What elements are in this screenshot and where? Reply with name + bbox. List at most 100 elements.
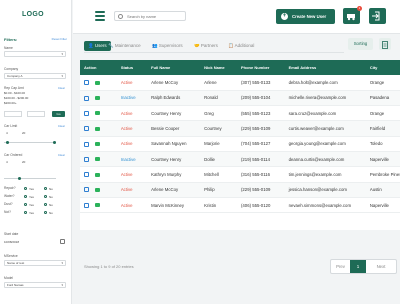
phone-cell: (406) 555-0120 (236, 197, 285, 214)
slider-handle[interactable] (53, 141, 56, 144)
car-ordered-clear[interactable]: Clear (58, 153, 65, 157)
car-limit-slider[interactable] (4, 142, 56, 143)
search-box[interactable] (114, 11, 186, 21)
search-input[interactable] (127, 13, 183, 20)
column-header[interactable]: Phone Number (236, 60, 285, 75)
edit-icon[interactable] (84, 95, 89, 101)
table-row[interactable]: Inactive Ralph Edwards Ronald (209) 555-010… (80, 90, 400, 107)
message-icon[interactable] (95, 96, 100, 101)
next-button[interactable]: Next (366, 260, 396, 273)
current-page[interactable]: 1 (350, 260, 366, 273)
wrench-icon: 🔧 (108, 43, 115, 48)
start-date-input[interactable]: 10/08/2018 (4, 240, 19, 244)
model-select[interactable]: Ford Namas ▾ (4, 282, 66, 288)
city-cell: Naperville (365, 197, 400, 214)
message-icon[interactable] (95, 142, 100, 147)
rep-cap-option[interactable]: $0.00 - $100.00 (4, 91, 25, 95)
not-no-radio[interactable] (44, 211, 47, 214)
message-icon[interactable] (95, 187, 100, 192)
create-new-user-button[interactable]: + Create New User (276, 9, 335, 24)
car-ordered-slider[interactable] (4, 178, 56, 179)
email-cell: debra.holt@example.com (284, 75, 366, 91)
message-icon[interactable] (95, 203, 100, 208)
edit-icon[interactable] (84, 126, 89, 132)
repair-yes-radio[interactable] (24, 187, 27, 190)
table-row[interactable]: Active Arlene McCoy Arlene (307) 555-0133 de… (80, 75, 400, 91)
column-header[interactable]: Nick Name (200, 60, 237, 75)
reset-filter-link[interactable]: Reset Filter (52, 37, 67, 41)
rep-cap-clear[interactable]: Clear (58, 86, 65, 90)
message-icon[interactable] (95, 80, 100, 85)
name-select[interactable]: ▾ (4, 51, 66, 57)
rep-cap-label: Rep Cap Amt (4, 86, 24, 90)
table-row[interactable]: Active Kathryn Murphy Mitchell (316) 555-01… (80, 166, 400, 183)
city-cell: Orange (365, 105, 400, 122)
status-cell: Inactive (116, 90, 148, 107)
prev-button[interactable]: Prev (331, 260, 350, 273)
water-no-radio[interactable] (44, 195, 47, 198)
edit-icon[interactable] (84, 202, 89, 208)
tab-maintenance[interactable]: 🔧 Maintenance (108, 41, 141, 51)
dust-yes-radio[interactable] (24, 203, 27, 206)
rep-cap-option[interactable]: $100.00 - $200.00 (4, 96, 28, 100)
city-cell: Pembroke Pines (365, 166, 400, 183)
sorting-button[interactable]: Sorting (348, 38, 373, 50)
company-select[interactable]: Company A ▾ (4, 73, 66, 79)
min-amount-input[interactable] (4, 111, 22, 117)
car-limit-clear[interactable]: Clear (58, 124, 65, 128)
edit-icon[interactable] (84, 110, 89, 116)
logo: LOGO (22, 11, 44, 18)
edit-icon[interactable] (84, 80, 89, 86)
rep-cap-option[interactable]: $200.00+ (4, 101, 17, 105)
table-row[interactable]: Active Marvin McKinney Kristin (406) 555-01… (80, 197, 400, 214)
no-label: No (49, 211, 53, 215)
tab-supervisors[interactable]: 👥 Supervisors (152, 41, 183, 51)
max-amount-input[interactable] (27, 111, 45, 117)
tab-additional[interactable]: 📋 Additional (228, 41, 254, 51)
table-row[interactable]: Active Savannah Nguyen Marjorie (704) 555-0… (80, 136, 400, 152)
tab-label: Users (94, 43, 107, 48)
slider-handle[interactable] (18, 177, 21, 180)
email-cell: curtis.weaver@example.com (284, 120, 366, 137)
notifications-button[interactable]: 1 (343, 6, 362, 24)
mservice-select[interactable]: Name of rest ▾ (4, 260, 66, 266)
slider-handle[interactable] (6, 141, 9, 144)
edit-icon[interactable] (84, 141, 89, 147)
column-header[interactable]: City (365, 60, 400, 75)
tab-users[interactable]: 👤 Users (84, 41, 111, 51)
message-icon[interactable] (95, 126, 100, 131)
not-yes-radio[interactable] (24, 211, 27, 214)
edit-icon[interactable] (84, 156, 89, 162)
column-header[interactable]: Full Name (147, 60, 201, 75)
city-cell: Orange (365, 75, 400, 91)
message-icon[interactable] (95, 172, 100, 177)
city-cell: Fairfield (365, 120, 400, 137)
phone-cell: (316) 555-0116 (236, 166, 285, 183)
table-row[interactable]: Inactive Courtney Henry Dollie (219) 555-01… (80, 151, 400, 168)
table-row[interactable]: Active Courtney Henry Greg (555) 555-0123 sa… (80, 105, 400, 122)
menu-icon[interactable] (95, 11, 105, 21)
go-button[interactable]: Go (52, 111, 65, 117)
column-header[interactable]: Status (116, 60, 148, 75)
message-icon[interactable] (95, 157, 100, 162)
dust-no-radio[interactable] (44, 203, 47, 206)
column-header[interactable]: Action (80, 60, 117, 75)
city-cell: Austin (365, 182, 400, 198)
tab-partners[interactable]: 🤝 Partners (194, 41, 218, 51)
edit-icon[interactable] (84, 187, 89, 193)
logout-button[interactable] (369, 8, 386, 24)
phone-cell: (229) 555-0109 (236, 182, 285, 198)
message-icon[interactable] (95, 111, 100, 116)
full-name-cell: Ralph Edwards (147, 90, 201, 107)
car-limit-max: 20 (22, 131, 26, 135)
calendar-icon[interactable] (60, 239, 65, 244)
table-row[interactable]: Active Arlene McCoy Philip (229) 555-0109 je… (80, 182, 400, 198)
repair-no-radio[interactable] (44, 187, 47, 190)
water-yes-radio[interactable] (24, 195, 27, 198)
nick-name-cell: Greg (200, 105, 237, 122)
column-header[interactable]: Email Address (284, 60, 366, 75)
edit-icon[interactable] (84, 172, 89, 178)
table-row[interactable]: Active Bessie Cooper Courtney (229) 555-010… (80, 120, 400, 137)
export-button[interactable] (379, 38, 391, 50)
supervisor-icon: 👥 (152, 43, 159, 48)
